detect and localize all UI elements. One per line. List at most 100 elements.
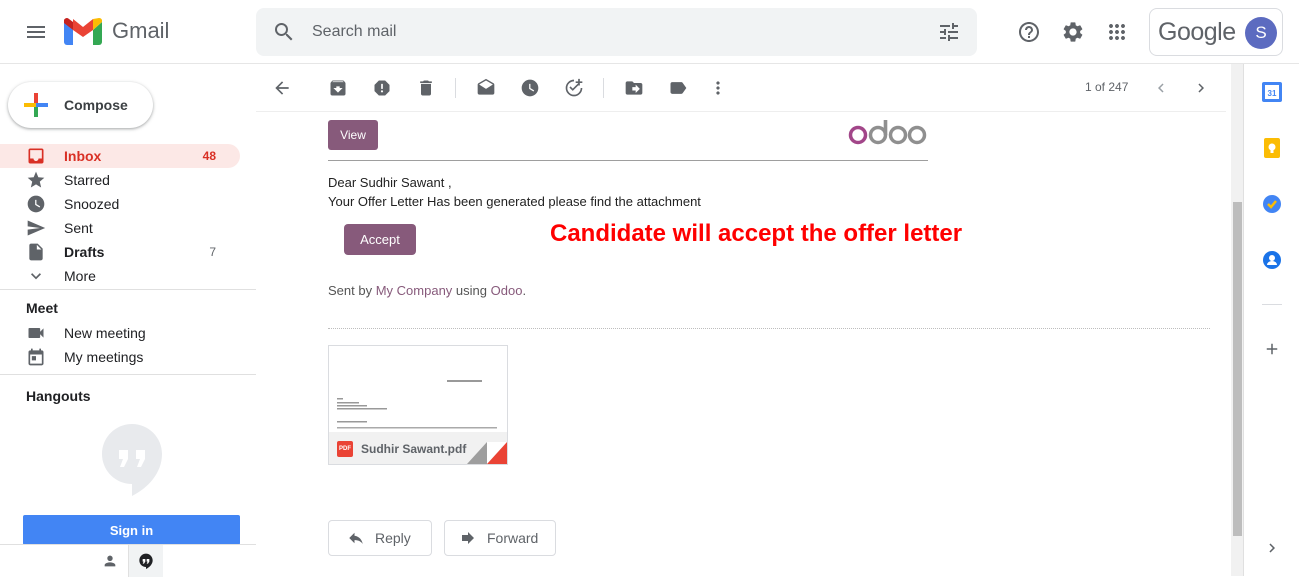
calendar-icon	[26, 347, 46, 367]
app-name: Gmail	[112, 18, 170, 43]
nav-item-starred[interactable]: Starred	[0, 168, 240, 192]
main-menu-button[interactable]	[12, 8, 60, 56]
nav-item-drafts[interactable]: Drafts 7	[0, 240, 240, 264]
google-contacts-icon[interactable]	[1260, 248, 1284, 272]
accept-button[interactable]: Accept	[344, 224, 416, 255]
add-addon-plus-icon[interactable]	[1260, 337, 1284, 361]
pdf-thumbnail	[329, 346, 507, 432]
top-bar: Gmail Google S	[0, 0, 1299, 64]
report-spam-icon[interactable]	[362, 68, 402, 108]
help-icon[interactable]	[1009, 12, 1049, 52]
label-icon[interactable]	[658, 68, 698, 108]
archive-icon[interactable]	[318, 68, 358, 108]
nav-item-sent[interactable]: Sent	[0, 216, 240, 240]
chevron-right-icon[interactable]	[1181, 68, 1221, 108]
attachment-card[interactable]: PDF Sudhir Sawant.pdf	[328, 345, 508, 465]
view-button[interactable]: View	[328, 120, 378, 150]
sidebar: Compose Inbox 48 Starred Snoozed Sent Dr…	[0, 64, 256, 577]
settings-gear-icon[interactable]	[1053, 12, 1093, 52]
svg-text:31: 31	[1268, 89, 1277, 98]
hangouts-title: Hangouts	[26, 388, 91, 404]
page-corner-fold-icon	[467, 442, 507, 464]
my-meetings-item[interactable]: My meetings	[26, 345, 143, 369]
divider	[0, 374, 256, 375]
draft-count: 7	[209, 245, 216, 259]
nav-label: Inbox	[64, 148, 102, 164]
google-account-button[interactable]: Google S	[1149, 8, 1283, 56]
email-message: Your Offer Letter Has been generated ple…	[328, 194, 701, 209]
annotation-text: Candidate will accept the offer letter	[550, 220, 963, 247]
compose-button[interactable]: Compose	[8, 82, 153, 128]
attachment-divider	[328, 328, 1210, 329]
draft-icon	[26, 242, 46, 262]
gmail-logo[interactable]: Gmail	[64, 17, 169, 45]
hangouts-chat-icon[interactable]	[128, 545, 163, 577]
panel-divider	[1262, 304, 1282, 305]
nav-item-snoozed[interactable]: Snoozed	[0, 192, 240, 216]
attachment-filename: Sudhir Sawant.pdf	[361, 442, 467, 456]
snooze-clock-icon[interactable]	[510, 68, 550, 108]
nav-label: Drafts	[64, 244, 105, 260]
more-vert-icon[interactable]	[698, 68, 738, 108]
inbox-icon	[26, 146, 46, 166]
divider	[0, 289, 256, 290]
chevron-down-icon	[26, 266, 46, 286]
nav-label: Snoozed	[64, 196, 120, 212]
add-task-icon[interactable]	[554, 68, 594, 108]
google-wordmark: Google	[1158, 17, 1236, 46]
search-bar	[256, 8, 977, 56]
nav-label: Starred	[64, 172, 110, 188]
odoo-logo	[848, 118, 928, 148]
meet-title: Meet	[26, 300, 58, 316]
pdf-file-icon: PDF	[337, 441, 353, 457]
expand-panel-chevron-icon[interactable]	[1260, 536, 1284, 560]
side-panel: 31	[1243, 64, 1299, 576]
hamburger-icon	[27, 26, 45, 38]
scrollbar-thumb[interactable]	[1233, 202, 1242, 536]
send-icon	[26, 218, 46, 238]
contacts-person-icon[interactable]	[92, 545, 127, 577]
apps-grid-icon[interactable]	[1097, 12, 1137, 52]
delete-icon[interactable]	[406, 68, 446, 108]
using-text: using	[455, 283, 487, 298]
nav-item-more[interactable]: More	[0, 264, 240, 288]
header-divider	[328, 160, 928, 161]
new-meeting-label: New meeting	[64, 325, 146, 341]
video-camera-icon	[26, 323, 46, 343]
compose-label: Compose	[64, 97, 128, 113]
mail-nav: Inbox 48 Starred Snoozed Sent Drafts 7 M…	[0, 144, 256, 288]
my-meetings-label: My meetings	[64, 349, 144, 365]
sent-by-line: Sent by My Company using Odoo.	[328, 283, 526, 298]
move-to-icon[interactable]	[614, 68, 654, 108]
unread-count: 48	[202, 149, 216, 163]
forward-label: Forward	[487, 530, 539, 546]
google-keep-icon[interactable]	[1260, 136, 1284, 160]
hangouts-quote-icon	[102, 424, 162, 496]
period: .	[522, 283, 527, 298]
main-scrollbar[interactable]	[1231, 64, 1243, 576]
new-meeting-item[interactable]: New meeting	[26, 321, 146, 345]
compose-plus-icon	[24, 93, 48, 117]
nav-item-inbox[interactable]: Inbox 48	[0, 144, 240, 168]
nav-label: More	[64, 268, 96, 284]
account-avatar[interactable]: S	[1245, 17, 1277, 49]
company-link[interactable]: My Company	[376, 283, 453, 298]
pagination-count: 1 of 247	[1085, 80, 1129, 94]
reply-label: Reply	[375, 530, 411, 546]
hangouts-signin-button[interactable]: Sign in	[23, 515, 240, 545]
google-calendar-icon[interactable]: 31	[1260, 80, 1284, 104]
search-icon[interactable]	[272, 20, 296, 44]
hangouts-bottom-bar	[0, 544, 256, 577]
back-arrow-icon[interactable]	[262, 68, 302, 108]
chevron-left-icon[interactable]	[1141, 68, 1181, 108]
search-input[interactable]	[312, 20, 912, 44]
forward-button[interactable]: Forward	[444, 520, 556, 556]
reply-button[interactable]: Reply	[328, 520, 432, 556]
odoo-link[interactable]: Odoo	[491, 283, 523, 298]
mark-unread-icon[interactable]	[466, 68, 506, 108]
google-tasks-icon[interactable]	[1260, 192, 1284, 216]
toolbar-separator	[603, 78, 604, 98]
search-options-icon[interactable]	[937, 20, 961, 44]
sent-by-prefix: Sent by	[328, 283, 373, 298]
email-body: View Dear Sudhir Sawant , Your Offer Let…	[256, 112, 1226, 576]
